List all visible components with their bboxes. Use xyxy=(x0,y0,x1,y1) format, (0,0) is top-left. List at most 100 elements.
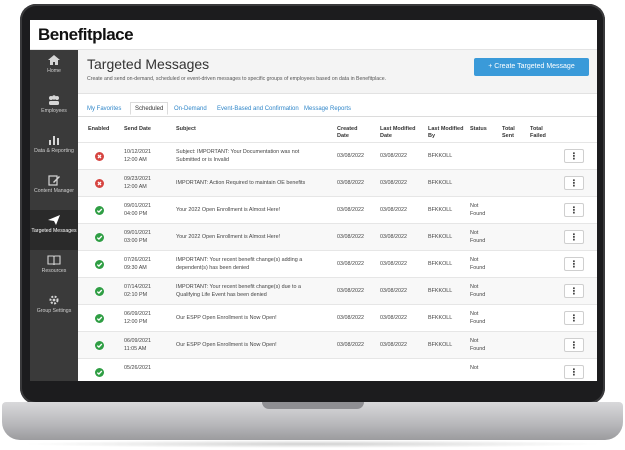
column-header-enabled[interactable]: Enabled xyxy=(88,126,109,133)
vertical-dots-icon: ⋮ xyxy=(569,313,579,323)
status-line-1: Not xyxy=(470,311,479,317)
tab-message-reports[interactable]: Message Reports xyxy=(304,104,351,117)
row-actions-button[interactable]: ⋮ xyxy=(564,149,584,163)
status-line-1: Not xyxy=(470,230,479,236)
row-actions-button[interactable]: ⋮ xyxy=(564,203,584,217)
subject-line-1[interactable]: IMPORTANT: Your recent benefit change(s)… xyxy=(176,284,301,291)
send-time: 04:00 PM xyxy=(124,211,148,217)
created-date: 03/08/2022 xyxy=(337,207,364,213)
column-header-created-date[interactable]: Created Date xyxy=(337,126,365,140)
row-actions-button[interactable]: ⋮ xyxy=(564,176,584,190)
enabled-check-icon[interactable] xyxy=(95,287,104,296)
row-actions-button[interactable]: ⋮ xyxy=(564,311,584,325)
enabled-check-icon[interactable] xyxy=(95,206,104,215)
page-header: Targeted Messages Create and send on-dem… xyxy=(78,50,597,94)
tab-scheduled[interactable]: Scheduled xyxy=(130,102,169,115)
benefitplace-logo[interactable]: Benefitplace xyxy=(38,25,134,45)
subject-line-2[interactable]: Qualifying Life Event has been denied xyxy=(176,292,267,299)
column-header-last-modified-date[interactable]: Last Modified Date xyxy=(380,126,420,140)
subject-line-2[interactable]: dependent(s) has been denied xyxy=(176,265,249,272)
sidebar-item-employees[interactable]: Employees xyxy=(30,90,78,130)
created-date: 03/08/2022 xyxy=(337,180,364,186)
sidebar-item-label: Home xyxy=(47,68,61,74)
modified-date: 03/08/2022 xyxy=(380,207,407,213)
column-header-last-modified-by[interactable]: Last Modified By xyxy=(428,126,464,140)
send-date: 07/14/2021 xyxy=(124,284,151,290)
modified-by: BFKKOLL xyxy=(428,315,453,321)
disabled-x-icon[interactable] xyxy=(95,152,104,161)
paper-plane-icon xyxy=(48,215,60,225)
enabled-check-icon[interactable] xyxy=(95,368,104,377)
enabled-check-icon[interactable] xyxy=(95,341,104,350)
table-row[interactable]: 09/01/2021 04:00 PM Your 2022 Open Enrol… xyxy=(78,196,597,223)
tab-my-favorites[interactable]: My Favorites xyxy=(87,104,121,117)
column-header-send-date[interactable]: Send Date xyxy=(124,126,151,133)
table-row[interactable]: 10/12/2021 12:00 AM Subject: IMPORTANT: … xyxy=(78,142,597,169)
sidebar-item-content-manager[interactable]: Content Manager xyxy=(30,170,78,210)
message-tabs: My Favorites Scheduled On-Demand Event-B… xyxy=(78,101,597,117)
sidebar-item-targeted-messages[interactable]: Targeted Messages xyxy=(30,210,78,250)
page-title: Targeted Messages xyxy=(87,56,210,72)
table-row[interactable]: 05/26/2021 Not ⋮ xyxy=(78,358,597,381)
subject-line-1[interactable]: IMPORTANT: Your recent benefit change(s)… xyxy=(176,257,302,264)
disabled-x-icon[interactable] xyxy=(95,179,104,188)
employees-icon xyxy=(49,95,59,105)
subject-line-1[interactable]: Your 2022 Open Enrollment is Almost Here… xyxy=(176,207,280,214)
create-targeted-message-button[interactable]: + Create Targeted Message xyxy=(474,58,589,76)
vertical-dots-icon: ⋮ xyxy=(569,259,579,269)
row-actions-button[interactable]: ⋮ xyxy=(564,257,584,271)
table-row[interactable]: 09/23/2021 12:00 AM IMPORTANT: Action Re… xyxy=(78,169,597,196)
send-time: 12:00 PM xyxy=(124,319,148,325)
modified-by: BFKKOLL xyxy=(428,234,453,240)
subject-line-2[interactable]: Submitted or is Invalid xyxy=(176,157,229,164)
row-actions-button[interactable]: ⋮ xyxy=(564,365,584,379)
modified-date: 03/08/2022 xyxy=(380,234,407,240)
vertical-dots-icon: ⋮ xyxy=(569,340,579,350)
table-row[interactable]: 06/09/2021 11:05 AM Our ESPP Open Enroll… xyxy=(78,331,597,358)
subject-line-1[interactable]: Your 2022 Open Enrollment is Almost Here… xyxy=(176,234,280,241)
created-date: 03/08/2022 xyxy=(337,342,364,348)
vertical-dots-icon: ⋮ xyxy=(569,232,579,242)
tab-event-based[interactable]: Event-Based and Confirmation xyxy=(217,104,299,117)
tab-on-demand[interactable]: On-Demand xyxy=(174,104,207,117)
column-header-total-failed[interactable]: Total Failed xyxy=(530,126,552,140)
row-actions-button[interactable]: ⋮ xyxy=(564,230,584,244)
subject-line-1[interactable]: Our ESPP Open Enrollment is Now Open! xyxy=(176,315,277,322)
sidebar-item-home[interactable]: Home xyxy=(30,50,78,90)
enabled-check-icon[interactable] xyxy=(95,314,104,323)
subject-line-1[interactable]: Our ESPP Open Enrollment is Now Open! xyxy=(176,342,277,349)
column-header-status[interactable]: Status xyxy=(470,126,487,133)
sidebar-item-group-settings[interactable]: Group Settings xyxy=(30,290,78,330)
status-line-2: Found xyxy=(470,211,486,217)
bar-chart-icon xyxy=(49,136,59,145)
status-line-1: Not xyxy=(470,257,479,263)
subject-line-1[interactable]: Subject: IMPORTANT: Your Documentation w… xyxy=(176,149,299,156)
sidebar-item-label: Content Manager xyxy=(33,188,75,194)
status-line-2: Found xyxy=(470,265,486,271)
send-time: 02:10 PM xyxy=(124,292,148,298)
column-header-subject[interactable]: Subject xyxy=(176,126,196,133)
sidebar-item-resources[interactable]: Resources xyxy=(30,250,78,290)
table-row[interactable]: 06/09/2021 12:00 PM Our ESPP Open Enroll… xyxy=(78,304,597,331)
send-time: 11:05 AM xyxy=(124,346,147,352)
send-date: 09/01/2021 xyxy=(124,203,151,209)
row-actions-button[interactable]: ⋮ xyxy=(564,338,584,352)
subject-line-1[interactable]: IMPORTANT: Action Required to maintain O… xyxy=(176,180,305,187)
column-header-total-sent[interactable]: Total Sent xyxy=(502,126,522,140)
modified-date: 03/08/2022 xyxy=(380,288,407,294)
modified-by: BFKKOLL xyxy=(428,288,453,294)
vertical-dots-icon: ⋮ xyxy=(569,151,579,161)
modified-by: BFKKOLL xyxy=(428,180,453,186)
row-actions-button[interactable]: ⋮ xyxy=(564,284,584,298)
send-time: 12:00 AM xyxy=(124,184,147,190)
table-row[interactable]: 09/01/2021 03:00 PM Your 2022 Open Enrol… xyxy=(78,223,597,250)
enabled-check-icon[interactable] xyxy=(95,260,104,269)
vertical-dots-icon: ⋮ xyxy=(569,178,579,188)
table-row[interactable]: 07/14/2021 02:10 PM IMPORTANT: Your rece… xyxy=(78,277,597,304)
sidebar-item-label: Employees xyxy=(41,108,67,114)
enabled-check-icon[interactable] xyxy=(95,233,104,242)
created-date: 03/08/2022 xyxy=(337,288,364,294)
table-row[interactable]: 07/26/2021 09:30 AM IMPORTANT: Your rece… xyxy=(78,250,597,277)
sidebar-item-data-reporting[interactable]: Data & Reporting xyxy=(30,130,78,170)
send-date: 07/26/2021 xyxy=(124,257,151,263)
